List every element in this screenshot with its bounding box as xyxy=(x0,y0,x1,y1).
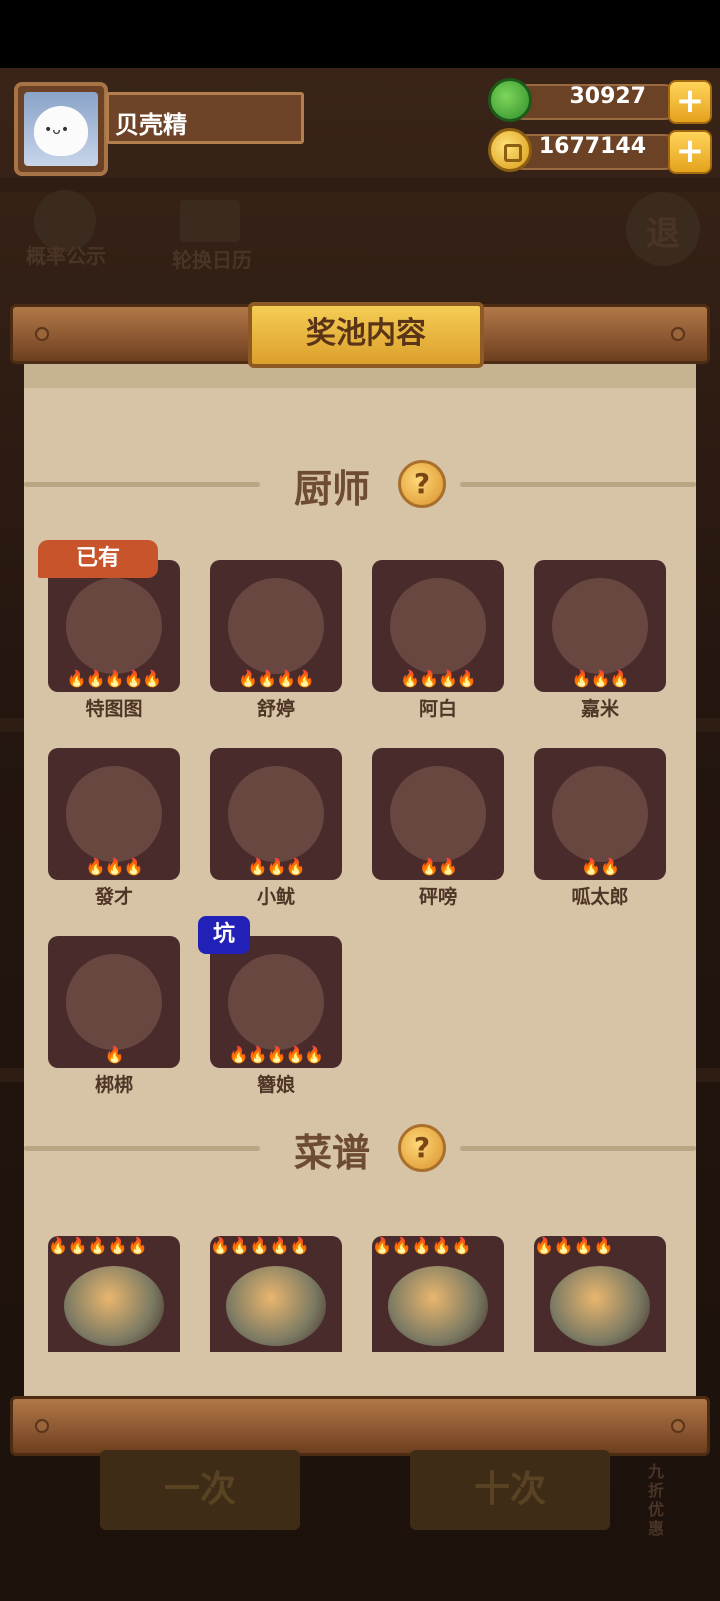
chef-card[interactable]: 🔥🔥🔥🔥🔥 xyxy=(210,936,342,1068)
chef-name: 嘉米 xyxy=(580,698,619,720)
owned-badge: 已有 xyxy=(38,540,158,578)
panel-title: 奖池内容 xyxy=(248,302,484,368)
chef-name: 阿白 xyxy=(418,698,457,720)
chef-rarity-flames: 🔥🔥🔥🔥🔥 xyxy=(228,1045,325,1064)
player-name: 贝壳精 xyxy=(115,111,187,139)
add-coin-button[interactable]: + xyxy=(668,130,712,174)
jade-icon xyxy=(488,78,532,122)
chef-portrait xyxy=(228,766,324,862)
chef-portrait xyxy=(66,954,162,1050)
probability-button[interactable]: 概率公示 xyxy=(14,240,118,269)
add-jade-button[interactable]: + xyxy=(668,80,712,124)
draw-one-label: 一次 xyxy=(163,1469,236,1510)
chef-name: 小鱿 xyxy=(256,886,295,908)
avatar xyxy=(24,92,98,166)
chef-section-header: 厨师 ? xyxy=(24,458,696,511)
avatar-frame[interactable] xyxy=(14,82,108,176)
chef-card[interactable]: 🔥 xyxy=(48,936,180,1068)
recipe-rarity-flames: 🔥🔥🔥🔥🔥 xyxy=(372,1236,472,1255)
chef-portrait xyxy=(552,766,648,862)
discount-label: 九折优惠 xyxy=(647,1462,664,1538)
chef-card[interactable]: 🔥🔥🔥 xyxy=(534,560,666,692)
chef-rarity-flames: 🔥🔥 xyxy=(581,857,620,876)
chef-card[interactable]: 🔥🔥 xyxy=(372,748,504,880)
chef-name: 舒婷 xyxy=(256,698,295,720)
chef-help-button[interactable]: ? xyxy=(398,460,446,508)
chef-card[interactable]: 🔥🔥🔥🔥 xyxy=(210,560,342,692)
chef-rarity-flames: 🔥 xyxy=(104,1045,125,1064)
jade-currency: 30927 + xyxy=(488,78,712,124)
chef-portrait xyxy=(66,578,162,674)
exit-label: 退 xyxy=(646,214,680,254)
recipe-rarity-flames: 🔥🔥🔥🔥 xyxy=(534,1236,614,1255)
chef-portrait xyxy=(66,766,162,862)
chef-name: 特图图 xyxy=(85,698,143,720)
recipe-rarity-flames: 🔥🔥🔥🔥🔥 xyxy=(210,1236,310,1255)
recipe-dish-image xyxy=(226,1266,326,1346)
chef-name: 砰嗙 xyxy=(418,886,457,908)
recipe-section-header: 菜谱 ? xyxy=(24,1122,696,1175)
chef-rarity-flames: 🔥🔥 xyxy=(419,857,458,876)
recipe-dish-image xyxy=(550,1266,650,1346)
chef-name: 呱太郎 xyxy=(571,886,629,908)
coin-icon xyxy=(488,128,532,172)
chef-card[interactable]: 🔥🔥🔥🔥🔥 xyxy=(48,560,180,692)
recipe-help-button[interactable]: ? xyxy=(398,1124,446,1172)
recipe-rarity-flames: 🔥🔥🔥🔥🔥 xyxy=(48,1236,148,1255)
scroll-bottom-rod xyxy=(10,1396,710,1456)
chef-portrait xyxy=(228,954,324,1050)
recipe-dish-image xyxy=(64,1266,164,1346)
chef-rarity-flames: 🔥🔥🔥🔥🔥 xyxy=(66,669,163,688)
chef-card[interactable]: 🔥🔥🔥🔥 xyxy=(372,560,504,692)
status-bar xyxy=(0,0,720,68)
prize-pool-panel: 厨师 ? 🔥🔥🔥🔥🔥 特图图 已有 🔥🔥🔥🔥 舒婷 🔥🔥🔥🔥 阿白 🔥🔥🔥 嘉米 🔥🔥🔥 發才 🔥🔥🔥… xyxy=(24,352,696,1400)
chef-rarity-flames: 🔥🔥🔥 xyxy=(247,857,306,876)
recipe-section-title: 菜谱 xyxy=(294,1131,371,1175)
chef-name: 簪娘 xyxy=(256,1074,295,1096)
chef-card[interactable]: 🔥🔥🔥 xyxy=(48,748,180,880)
chef-card[interactable]: 🔥🔥🔥 xyxy=(210,748,342,880)
player-name-box: 贝壳精 xyxy=(106,92,304,144)
coin-currency: 1677144 + xyxy=(488,128,712,174)
recipe-card[interactable]: 🔥🔥🔥🔥🔥 xyxy=(372,1236,504,1352)
pit-badge: 坑 xyxy=(198,916,250,954)
draw-ten-label: 十次 xyxy=(473,1469,546,1510)
chef-rarity-flames: 🔥🔥🔥🔥 xyxy=(238,669,315,688)
calendar-button[interactable]: 轮换日历 xyxy=(160,244,264,273)
chef-rarity-flames: 🔥🔥🔥🔥 xyxy=(400,669,477,688)
chef-rarity-flames: 🔥🔥🔥 xyxy=(85,857,144,876)
chef-name: 發才 xyxy=(94,886,133,908)
chef-rarity-flames: 🔥🔥🔥 xyxy=(571,669,630,688)
chef-portrait xyxy=(552,578,648,674)
chef-name: 梆梆 xyxy=(94,1074,133,1096)
recipe-card[interactable]: 🔥🔥🔥🔥🔥 xyxy=(48,1236,180,1352)
recipe-card[interactable]: 🔥🔥🔥🔥 xyxy=(534,1236,666,1352)
chef-section-title: 厨师 xyxy=(294,467,371,511)
recipe-dish-image xyxy=(388,1266,488,1346)
chef-portrait xyxy=(390,578,486,674)
calendar-icon xyxy=(180,200,240,242)
chef-portrait xyxy=(390,766,486,862)
chef-portrait xyxy=(228,578,324,674)
chef-card[interactable]: 🔥🔥 xyxy=(534,748,666,880)
recipe-card[interactable]: 🔥🔥🔥🔥🔥 xyxy=(210,1236,342,1352)
coin-amount: 1677144 xyxy=(538,134,646,159)
jade-amount: 30927 xyxy=(569,84,646,109)
